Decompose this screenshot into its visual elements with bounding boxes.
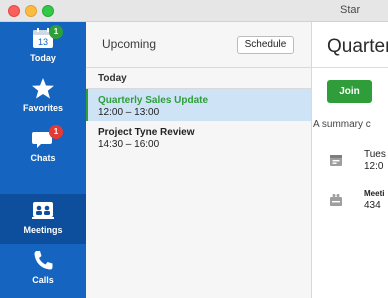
- meeting-detail-pane: Quarterly Join A summary c Tues 12:0 Mee…: [312, 22, 388, 298]
- sidebar-item-label: Chats: [30, 153, 56, 163]
- calendar-small-icon: [330, 155, 342, 166]
- zoom-window-button[interactable]: [42, 5, 54, 17]
- sidebar: 13 1 Today Favorites 1 Chats Meetings Ca…: [0, 22, 86, 298]
- upcoming-list-pane: Upcoming Schedule Today Quarterly Sales …: [86, 22, 312, 298]
- list-header: Upcoming Schedule: [86, 22, 311, 68]
- calendar-date: 13: [38, 37, 48, 47]
- section-header-today: Today: [86, 68, 311, 89]
- sidebar-item-calls[interactable]: Calls: [0, 244, 86, 294]
- meeting-title: Quarterly Sales Update: [98, 95, 209, 106]
- meeting-time: 14:30 – 16:00: [98, 139, 160, 150]
- join-button[interactable]: Join: [327, 80, 372, 103]
- today-badge: 1: [49, 25, 63, 39]
- meeting-list-item[interactable]: Quarterly Sales Update 12:00 – 13:00: [86, 89, 311, 121]
- meetings-icon: [32, 202, 54, 219]
- meeting-title: Project Tyne Review: [98, 127, 195, 138]
- meeting-summary: A summary c: [313, 119, 371, 130]
- phone-icon: [34, 251, 53, 270]
- star-icon: [32, 78, 54, 99]
- sidebar-item-label: Meetings: [23, 225, 63, 235]
- meeting-detail-title: Quarterly: [327, 36, 388, 57]
- divider: [312, 67, 388, 68]
- section-label: Today: [98, 73, 127, 84]
- title-bar: Star: [0, 0, 388, 22]
- meeting-time: 12:00 – 13:00: [98, 107, 160, 118]
- chats-badge: 1: [49, 125, 63, 139]
- meeting-date: Tues: [364, 149, 386, 160]
- close-window-button[interactable]: [8, 5, 20, 17]
- meeting-time-detail: 12:0: [364, 161, 384, 172]
- sidebar-item-label: Calls: [32, 275, 54, 285]
- meeting-list-item[interactable]: Project Tyne Review 14:30 – 16:00: [86, 121, 311, 153]
- sidebar-item-favorites[interactable]: Favorites: [0, 72, 86, 122]
- minimize-window-button[interactable]: [25, 5, 37, 17]
- meeting-id-icon: [330, 194, 342, 206]
- schedule-button[interactable]: Schedule: [237, 36, 294, 54]
- window-title: Star: [340, 4, 361, 16]
- sidebar-item-label: Favorites: [22, 103, 64, 113]
- sidebar-item-chats[interactable]: 1 Chats: [0, 122, 86, 172]
- meeting-id-label: Meeti: [364, 189, 385, 198]
- sidebar-item-today[interactable]: 13 1 Today: [0, 22, 86, 72]
- sidebar-item-label: Today: [30, 53, 56, 63]
- list-title: Upcoming: [102, 37, 157, 51]
- meeting-id-value: 434: [364, 200, 381, 211]
- sidebar-item-meetings[interactable]: Meetings: [0, 194, 86, 244]
